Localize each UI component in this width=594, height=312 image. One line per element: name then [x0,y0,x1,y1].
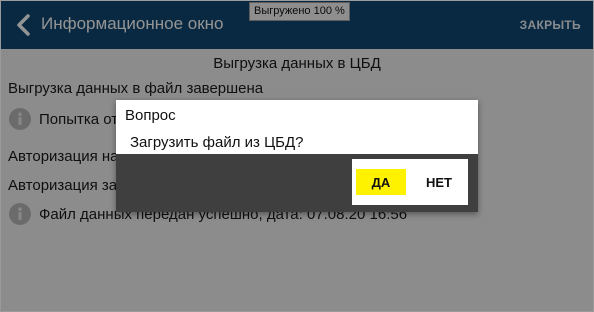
dialog-message: Загрузить файл из ЦБД? [130,134,304,151]
yes-button[interactable]: ДА [356,169,406,195]
no-button[interactable]: НЕТ [414,169,464,195]
dialog-actions: ДА НЕТ [352,159,468,205]
confirm-dialog: Вопрос Загрузить файл из ЦБД? ДА НЕТ [116,100,478,212]
app-window: Информационное окно ЗАКРЫТЬ Выгружено 10… [0,0,594,312]
dialog-title: Вопрос [125,107,176,124]
